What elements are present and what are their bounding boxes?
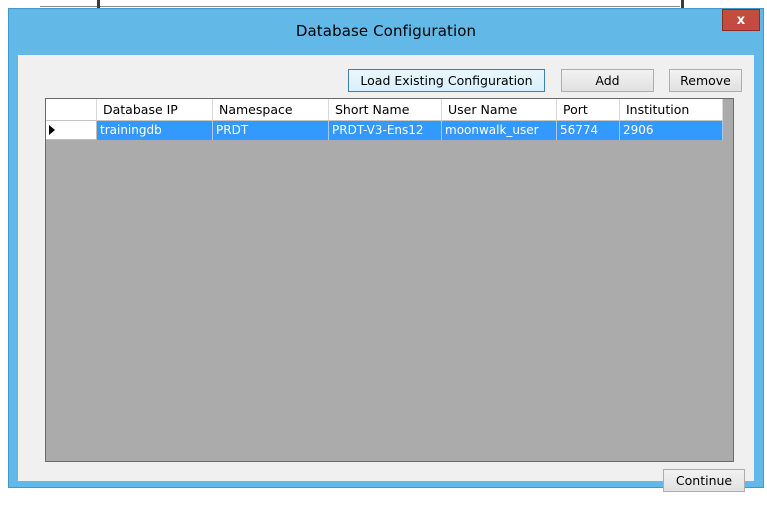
cell-short-name[interactable]: PRDT-V3-Ens12 (329, 121, 442, 140)
background-divider (40, 6, 680, 7)
cell-institution[interactable]: 2906 (620, 121, 723, 140)
close-icon: x (736, 12, 746, 28)
column-header-port[interactable]: Port (557, 99, 620, 121)
column-header-user-name[interactable]: User Name (442, 99, 557, 121)
background-marker (97, 0, 100, 8)
close-button[interactable]: x (722, 9, 760, 31)
column-header-namespace[interactable]: Namespace (213, 99, 329, 121)
dialog-title: Database Configuration (295, 22, 477, 40)
background-marker (681, 0, 684, 8)
grid-header-row: Database IP Namespace Short Name User Na… (46, 99, 723, 121)
cell-port[interactable]: 56774 (557, 121, 620, 140)
table-row[interactable]: trainingdb PRDT PRDT-V3-Ens12 moonwalk_u… (46, 121, 723, 140)
column-header-institution[interactable]: Institution (620, 99, 723, 121)
title-bar[interactable]: Database Configuration x (9, 9, 763, 55)
dialog-client-area: Load Existing Configuration Add Remove D… (18, 55, 754, 492)
load-existing-configuration-button[interactable]: Load Existing Configuration (348, 69, 545, 92)
cell-database-ip[interactable]: trainingdb (97, 121, 213, 140)
remove-button[interactable]: Remove (669, 69, 742, 92)
row-selector[interactable] (46, 121, 97, 140)
database-grid[interactable]: Database IP Namespace Short Name User Na… (45, 98, 734, 462)
database-configuration-dialog: Database Configuration x Load Existing C… (8, 8, 764, 492)
current-row-arrow-icon (49, 125, 55, 135)
cell-user-name[interactable]: moonwalk_user (442, 121, 557, 140)
continue-button[interactable]: Continue (663, 469, 745, 492)
column-header-short-name[interactable]: Short Name (329, 99, 442, 121)
row-header-corner (46, 99, 97, 121)
column-header-database-ip[interactable]: Database IP (97, 99, 213, 121)
cell-namespace[interactable]: PRDT (213, 121, 329, 140)
add-button[interactable]: Add (561, 69, 654, 92)
